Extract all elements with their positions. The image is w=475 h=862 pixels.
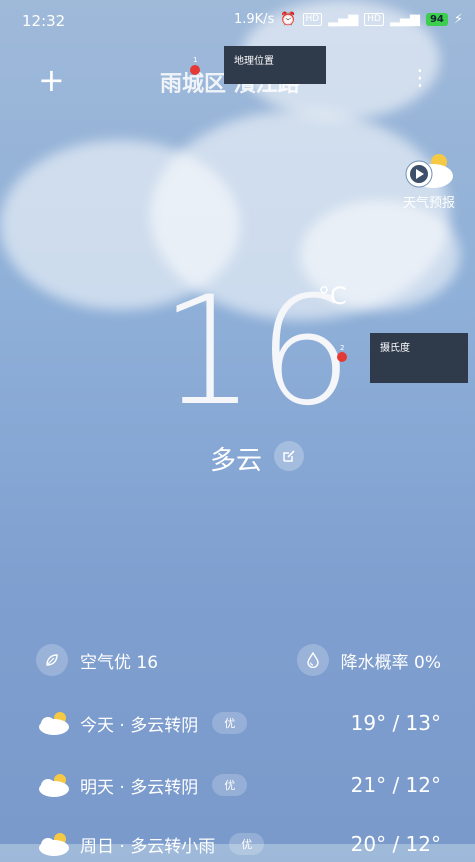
temp-range: 20° / 12° bbox=[350, 832, 441, 856]
partly-cloudy-icon bbox=[36, 772, 70, 798]
hd-icon: HD bbox=[364, 13, 384, 26]
alarm-icon: ⏰ bbox=[280, 12, 297, 27]
metrics-row: 空气优 16 降水概率 0% bbox=[36, 644, 441, 676]
air-quality-badge: 优 bbox=[229, 833, 265, 855]
air-quality-badge: 优 bbox=[212, 774, 248, 796]
partly-cloudy-icon bbox=[36, 831, 70, 857]
water-drop-icon bbox=[296, 644, 329, 676]
daily-row-today[interactable]: 今天 · 多云转阴 优 19° / 13° bbox=[36, 707, 441, 739]
hd-icon: HD bbox=[302, 13, 323, 26]
forecast-label: 天气预报 bbox=[402, 196, 455, 211]
status-bar: 12:32 1.9K/s ⏰ HD ▂▄▆ HD ▂▄▆ 94 ⚡ bbox=[0, 0, 475, 42]
tooltip-text: 摄氏度 bbox=[380, 343, 410, 354]
status-time: 12:32 bbox=[22, 12, 66, 30]
status-icons: 1.9K/s ⏰ HD ▂▄▆ HD ▂▄▆ 94 ⚡ bbox=[234, 12, 463, 27]
air-quality-badge: 优 bbox=[212, 712, 248, 734]
partly-cloudy-icon bbox=[36, 710, 70, 736]
marker-dot bbox=[190, 65, 200, 75]
precip-group[interactable]: 降水概率 0% bbox=[296, 644, 441, 676]
more-menu-button[interactable]: ⋮ bbox=[409, 68, 431, 90]
signal-icon: ▂▄▆ bbox=[389, 12, 420, 27]
daily-row-sunday[interactable]: 周日 · 多云转小雨 优 20° / 12° bbox=[36, 828, 441, 860]
edit-icon bbox=[283, 450, 295, 462]
play-cloud-icon bbox=[403, 150, 455, 190]
air-quality-text[interactable]: 空气优 16 bbox=[80, 648, 158, 673]
tooltip-text: 地理位置 bbox=[234, 56, 274, 67]
battery-icon: 94 bbox=[425, 13, 448, 26]
weather-condition: 多云 bbox=[210, 446, 263, 476]
day-label: 明天 · 多云转阴 bbox=[80, 777, 199, 798]
marker-number: 2 bbox=[340, 344, 345, 352]
charging-icon: ⚡ bbox=[453, 12, 463, 27]
signal-icon: ▂▄▆ bbox=[328, 12, 359, 27]
day-label: 今天 · 多云转阴 bbox=[80, 715, 199, 736]
temp-range: 19° / 13° bbox=[350, 711, 441, 735]
tooltip-unit: 摄氏度 bbox=[370, 333, 468, 383]
edit-condition-button[interactable] bbox=[274, 441, 304, 471]
leaf-icon bbox=[36, 644, 68, 676]
weather-forecast-button[interactable]: 天气预报 bbox=[394, 150, 464, 211]
temp-range: 21° / 12° bbox=[350, 773, 441, 797]
marker-number: 1 bbox=[193, 56, 198, 64]
network-speed: 1.9K/s bbox=[233, 12, 275, 27]
day-label: 周日 · 多云转小雨 bbox=[80, 836, 216, 857]
marker-dot bbox=[337, 352, 347, 362]
temperature-unit: °C bbox=[318, 282, 347, 310]
tooltip-location: 地理位置 bbox=[224, 46, 326, 84]
daily-row-tomorrow[interactable]: 明天 · 多云转阴 优 21° / 12° bbox=[36, 769, 441, 801]
add-city-button[interactable]: + bbox=[38, 64, 65, 96]
precip-text: 降水概率 0% bbox=[340, 652, 441, 673]
